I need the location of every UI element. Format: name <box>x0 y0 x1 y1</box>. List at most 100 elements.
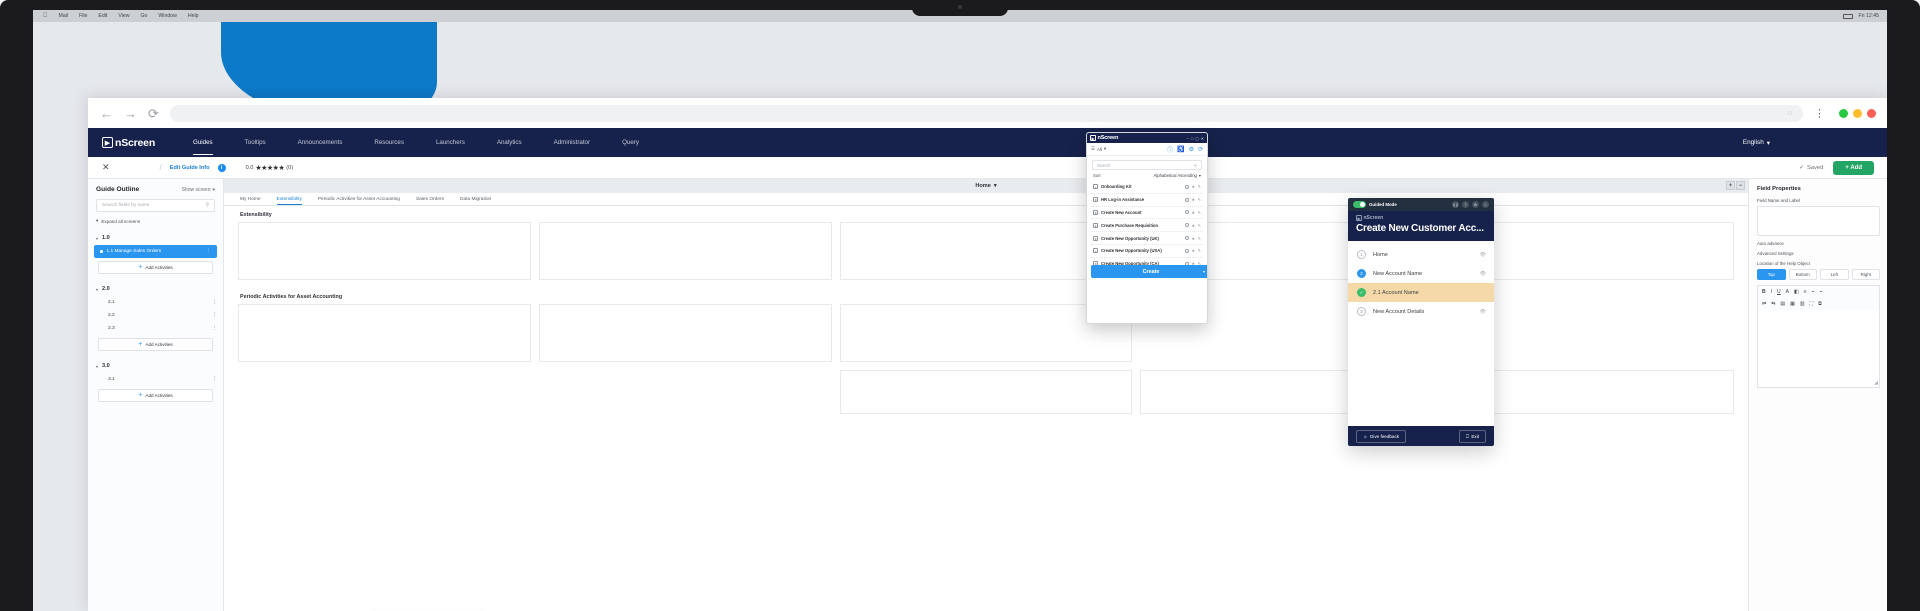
nav-item-administrator[interactable]: Administrator <box>538 128 606 157</box>
edit-pencil-icon[interactable]: ✎ <box>1198 197 1201 202</box>
gear-icon[interactable]: ⚙ <box>1189 146 1194 153</box>
list-item[interactable]: Create New Opportunity (USA) ★ ✎ <box>1091 245 1203 258</box>
list-icon[interactable]: ⌁ <box>1812 289 1815 295</box>
step-menu-icon[interactable]: ⋮ <box>206 249 211 254</box>
toggle-switch-icon[interactable] <box>1353 201 1366 208</box>
language-selector[interactable]: English ▾ <box>1743 139 1770 147</box>
edit-pencil-icon[interactable]: ✎ <box>1198 248 1201 253</box>
video-icon[interactable]: ▥ <box>1800 301 1805 307</box>
edit-pencil-icon[interactable]: ✎ <box>1198 210 1201 215</box>
pause-icon[interactable]: ❙❙ <box>1452 201 1459 208</box>
fullscreen-icon[interactable]: ⛶ <box>1810 301 1814 307</box>
location-option-left[interactable]: Left <box>1820 269 1849 280</box>
location-option-bottom[interactable]: Bottom <box>1788 269 1817 280</box>
arrow-right-icon[interactable]: → <box>124 107 137 120</box>
outline-group-3[interactable]: ▾ 3.0 <box>88 357 223 373</box>
help-icon[interactable]: ⓘ <box>1167 145 1173 154</box>
field-name-input[interactable] <box>1757 206 1880 236</box>
status-circle-icon[interactable] <box>1185 197 1190 202</box>
zoom-out-icon[interactable]: − <box>1736 181 1745 190</box>
outline-search-input[interactable]: Search fields by name ⚲ <box>96 199 215 212</box>
guided-step[interactable]: 3 New Account Details 👁 <box>1348 302 1494 321</box>
chevron-down-icon[interactable]: ▾ <box>994 183 997 189</box>
canvas-tile[interactable] <box>839 370 1133 414</box>
resize-grip-icon[interactable]: ◢ <box>1874 380 1878 386</box>
step-menu-icon[interactable]: ⋮ <box>212 377 217 382</box>
window-close-icon[interactable] <box>1839 108 1848 118</box>
image-icon[interactable]: ▦ <box>1790 301 1795 307</box>
guided-step[interactable]: 2 New Account Name 👁 <box>1348 264 1494 283</box>
list-item[interactable]: HR Log-in Assistance ★ ✎ <box>1091 194 1203 207</box>
italic-icon[interactable]: I <box>1771 289 1772 295</box>
arrow-left-icon[interactable]: ← <box>100 107 113 120</box>
close-icon[interactable]: ✕ <box>102 162 110 173</box>
favorite-star-icon[interactable]: ★ <box>1192 223 1196 228</box>
add-activities-button[interactable]: + Add Activities <box>98 389 213 402</box>
list-item[interactable]: Create Purchase Requisition ★ ✎ <box>1091 219 1203 233</box>
outline-group-1[interactable]: ▾ 1.0 <box>88 229 223 245</box>
location-option-right[interactable]: Right <box>1851 269 1880 280</box>
tab-my-home[interactable]: My Home <box>232 193 269 205</box>
reload-icon[interactable]: ⟳ <box>148 107 159 120</box>
outline-step[interactable]: 2.1 ⋮ <box>88 296 223 309</box>
menu-item-window[interactable]: Window <box>158 13 176 19</box>
rich-text-editor[interactable]: ◢ <box>1757 310 1880 388</box>
nav-item-launchers[interactable]: Launchers <box>420 128 481 157</box>
eye-icon[interactable]: 👁 <box>1480 309 1486 315</box>
show-screen-toggle[interactable]: Show screen ▾ <box>182 187 215 193</box>
link-icon[interactable]: ⌁ <box>1820 289 1823 295</box>
step-menu-icon[interactable]: ⋮ <box>212 300 217 305</box>
apple-icon[interactable]:  <box>43 13 48 19</box>
bold-icon[interactable]: B <box>1762 289 1766 295</box>
tab-extensibility[interactable]: Extensibility <box>269 193 310 205</box>
nav-item-announcements[interactable]: Announcements <box>282 128 359 157</box>
close-icon[interactable]: ✕ <box>1201 136 1204 141</box>
step-menu-icon[interactable]: ⋮ <box>212 313 217 318</box>
indent-left-icon[interactable]: ⇄ <box>1762 301 1766 307</box>
menu-item-file[interactable]: File <box>79 13 87 19</box>
outline-step[interactable]: 3.1 ⋮ <box>88 373 223 386</box>
window-maximize-icon[interactable] <box>1867 108 1876 118</box>
location-option-top[interactable]: Top <box>1757 269 1786 280</box>
canvas-tile[interactable] <box>238 222 531 280</box>
edit-pencil-icon[interactable]: ✎ <box>1198 236 1201 241</box>
gear-icon[interactable]: ⚙ <box>1472 201 1479 208</box>
list-item[interactable]: Create New Opportunity (UK) ★ ✎ <box>1091 232 1203 245</box>
text-color-icon[interactable]: A <box>1786 289 1789 295</box>
create-button[interactable]: Create ▾ <box>1091 265 1207 279</box>
favorite-star-icon[interactable]: ★ <box>1192 248 1196 253</box>
eye-icon[interactable]: 👁 <box>1480 271 1486 277</box>
menu-item-go[interactable]: Go <box>140 13 147 19</box>
status-circle-icon[interactable] <box>1185 223 1190 228</box>
edit-pencil-icon[interactable]: ✎ <box>1198 223 1201 228</box>
tab-data-migration[interactable]: Data Migration <box>452 193 499 205</box>
tab-sales-orders[interactable]: Sales Orders <box>408 193 452 205</box>
widget-search-input[interactable]: Search ⚲ <box>1092 160 1202 170</box>
add-activities-button[interactable]: + Add Activities <box>98 338 213 351</box>
outline-step[interactable]: 2.3 ⋮ <box>88 322 223 335</box>
minimize-icon[interactable]: − <box>1187 136 1189 141</box>
status-circle-icon[interactable] <box>1185 210 1190 215</box>
table-icon[interactable]: ▤ <box>1780 301 1785 307</box>
info-icon[interactable]: i <box>217 163 226 172</box>
guided-step-active[interactable]: ✓ 2.1 Account Name <box>1348 283 1494 302</box>
give-feedback-button[interactable]: ☼ Give feedback <box>1356 429 1407 443</box>
align-icon[interactable]: ≡ <box>1804 289 1807 295</box>
menu-item-view[interactable]: View <box>118 13 129 19</box>
address-bar[interactable]: ☆ <box>169 104 1803 122</box>
list-item[interactable]: Create New Account ★ ✎ <box>1091 207 1203 220</box>
list-item[interactable]: Onboarding Kit ★ ✎ <box>1091 181 1203 194</box>
menu-item-mail[interactable]: Mail <box>59 13 69 19</box>
restore-icon[interactable]: □ <box>1191 136 1193 141</box>
widget-view-filter[interactable]: ☰ All ▾ <box>1091 146 1106 152</box>
exit-button[interactable]: ⎕ Exit <box>1459 429 1486 443</box>
favorite-star-icon[interactable]: ★ <box>1192 184 1196 189</box>
star-icon[interactable]: ☆ <box>1787 109 1793 117</box>
expand-icon[interactable]: □ <box>1482 201 1489 208</box>
refresh-icon[interactable]: ⟳ <box>1198 146 1203 153</box>
nav-item-guides[interactable]: Guides <box>177 128 229 157</box>
tab-periodic-activities[interactable]: Periodic Activities for Asset Accounting <box>310 193 408 205</box>
outline-step[interactable]: 2.2 ⋮ <box>88 309 223 322</box>
headset-icon[interactable]: ♿ <box>1177 146 1184 153</box>
zoom-in-icon[interactable]: + <box>1726 181 1735 190</box>
